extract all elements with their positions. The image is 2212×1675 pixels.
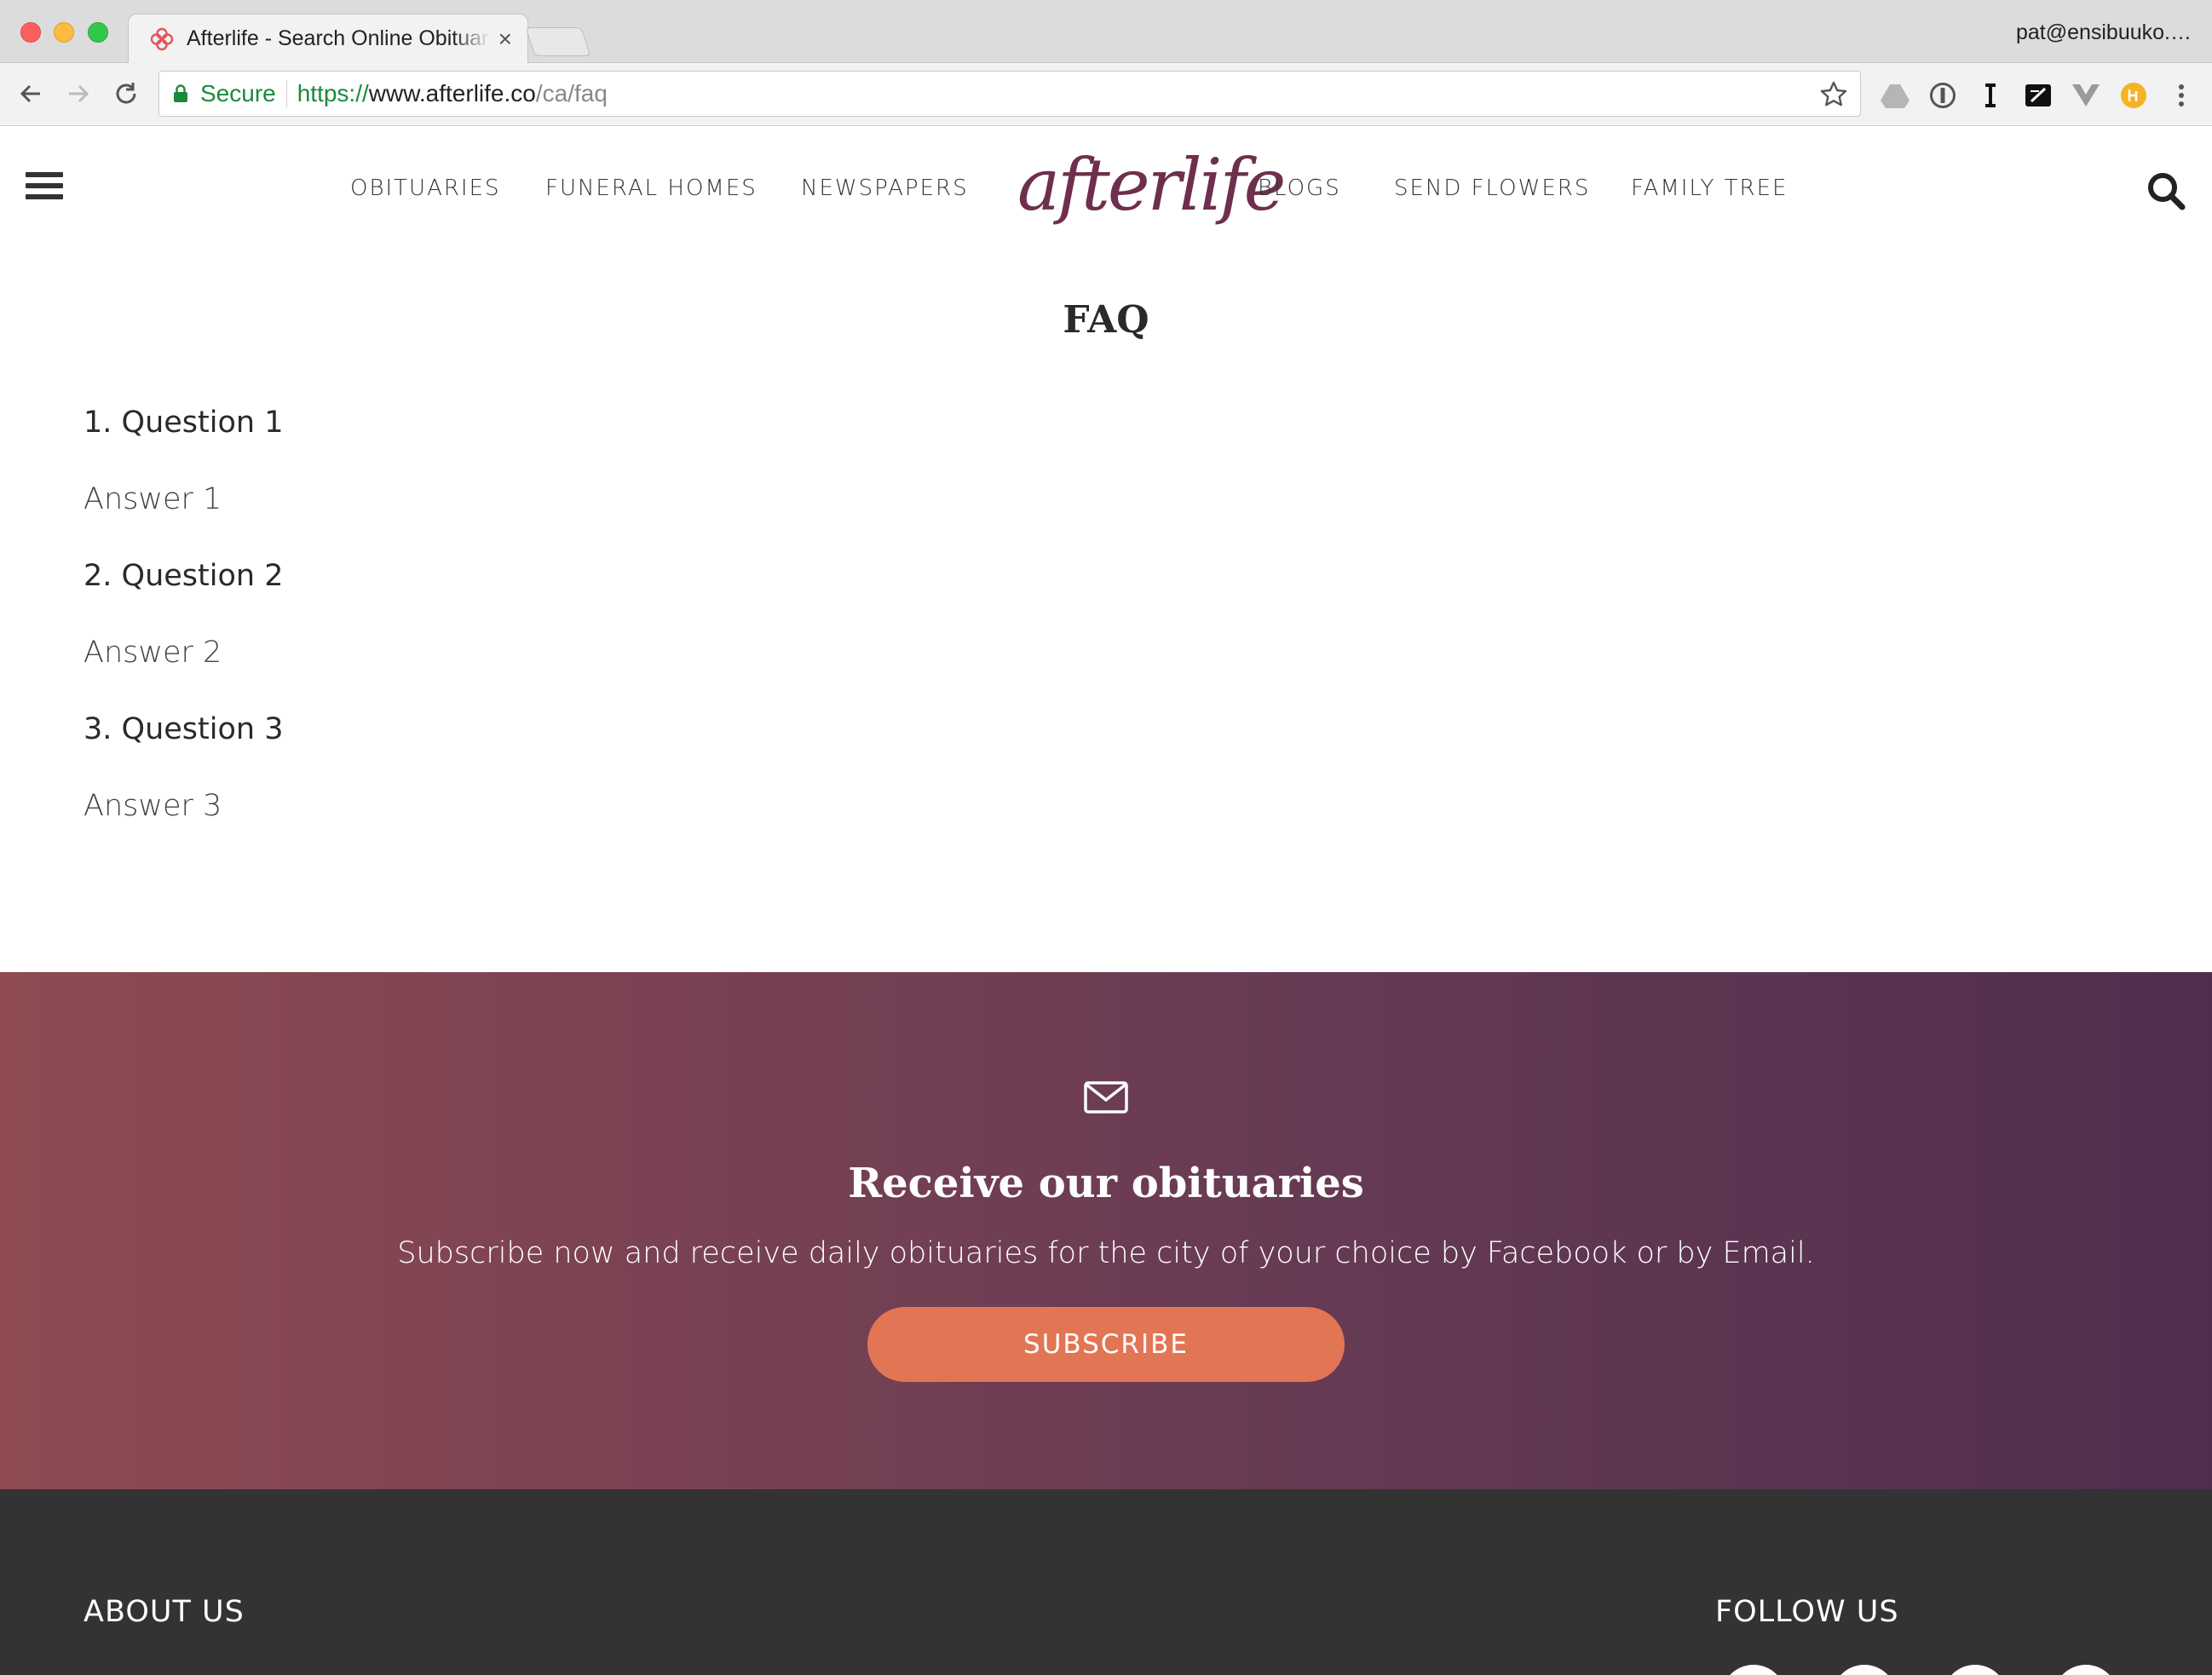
window-close-button[interactable] bbox=[20, 22, 41, 43]
tab-close-icon[interactable]: × bbox=[498, 26, 512, 51]
secure-label: Secure bbox=[200, 80, 276, 106]
afterlife-logo[interactable]: afterlife bbox=[1017, 138, 1286, 232]
address-bar[interactable]: Secure https://www.afterlife.co/ca/faq bbox=[158, 71, 1861, 117]
browser-tab-active[interactable]: Afterlife - Search Online Obituaries × bbox=[128, 14, 528, 63]
bookmark-star-icon[interactable] bbox=[1819, 80, 1848, 109]
window-minimize-button[interactable] bbox=[54, 22, 74, 43]
arrow-right-icon bbox=[69, 84, 89, 103]
url-scheme: https:// bbox=[297, 80, 369, 106]
search-icon[interactable] bbox=[2146, 170, 2186, 211]
subscribe-description: Subscribe now and receive daily obituari… bbox=[397, 1236, 1815, 1270]
reload-button[interactable] bbox=[109, 77, 143, 111]
social-link-icon[interactable] bbox=[2054, 1665, 2118, 1675]
chrome-profile-name[interactable]: pat@ensibuuko.… bbox=[2016, 20, 2192, 45]
faq-answer: Answer 2 bbox=[84, 636, 222, 670]
afterlife-favicon-icon bbox=[150, 27, 174, 50]
faq-question: 3. Question 3 bbox=[84, 712, 284, 746]
forward-button[interactable] bbox=[61, 77, 95, 111]
url-text[interactable]: https://www.afterlife.co/ca/faq bbox=[297, 80, 608, 107]
subscribe-button[interactable]: SUBSCRIBE bbox=[867, 1307, 1345, 1382]
site-footer: ABOUT US FOLLOW US bbox=[0, 1489, 2212, 1675]
nav-newspapers[interactable]: NEWSPAPERS bbox=[801, 176, 969, 201]
tab-title: Afterlife - Search Online Obituaries bbox=[187, 26, 490, 50]
envelope-icon bbox=[1084, 1081, 1128, 1114]
social-link-icon[interactable] bbox=[1721, 1665, 1786, 1675]
vue-devtools-extension-icon[interactable] bbox=[2071, 80, 2101, 111]
nav-blogs[interactable]: BLOGS bbox=[1258, 176, 1341, 201]
footer-follow-heading: FOLLOW US bbox=[1715, 1595, 1899, 1629]
footer-about-heading: ABOUT US bbox=[84, 1595, 245, 1629]
google-drive-extension-icon[interactable] bbox=[1880, 80, 1910, 111]
honey-extension-icon[interactable] bbox=[2118, 80, 2149, 111]
faq-answer: Answer 3 bbox=[84, 789, 222, 823]
faq-answer: Answer 1 bbox=[84, 482, 222, 516]
back-button[interactable] bbox=[14, 77, 48, 111]
nav-funeral-homes[interactable]: FUNERAL HOMES bbox=[545, 176, 757, 201]
window-zoom-button[interactable] bbox=[88, 22, 108, 43]
page-title: FAQ bbox=[1063, 298, 1149, 342]
url-path: /ca/faq bbox=[535, 80, 608, 106]
social-link-icon[interactable] bbox=[1832, 1665, 1897, 1675]
subscribe-title: Receive our obituaries bbox=[848, 1160, 1364, 1207]
browser-toolbar: Secure https://www.afterlife.co/ca/faq bbox=[0, 63, 2212, 126]
chrome-menu-icon[interactable] bbox=[2166, 80, 2197, 111]
omnibox-divider bbox=[285, 80, 287, 107]
subscribe-section: Receive our obituaries Subscribe now and… bbox=[0, 972, 2212, 1489]
lock-icon bbox=[174, 84, 187, 102]
arrow-left-icon bbox=[20, 84, 40, 103]
site-header: OBITUARIES FUNERAL HOMES NEWSPAPERS afte… bbox=[0, 126, 2212, 254]
nav-family-tree[interactable]: FAMILY TREE bbox=[1631, 176, 1788, 201]
faq-question: 2. Question 2 bbox=[84, 559, 284, 593]
browser-tab-bar: Afterlife - Search Online Obituaries × p… bbox=[0, 0, 2212, 63]
hamburger-menu-icon[interactable] bbox=[26, 172, 63, 203]
instapaper-extension-icon[interactable] bbox=[1975, 80, 2006, 111]
faq-question: 1. Question 1 bbox=[84, 406, 284, 440]
url-host: www.afterlife.co bbox=[368, 80, 536, 106]
social-link-icon[interactable] bbox=[1943, 1665, 2008, 1675]
new-tab-button[interactable] bbox=[525, 27, 591, 56]
nav-obituaries[interactable]: OBITUARIES bbox=[350, 176, 501, 201]
reload-icon bbox=[116, 83, 136, 104]
editor-extension-icon[interactable] bbox=[2023, 80, 2054, 111]
nav-send-flowers[interactable]: SEND FLOWERS bbox=[1394, 176, 1590, 201]
onepassword-extension-icon[interactable] bbox=[1927, 80, 1958, 111]
